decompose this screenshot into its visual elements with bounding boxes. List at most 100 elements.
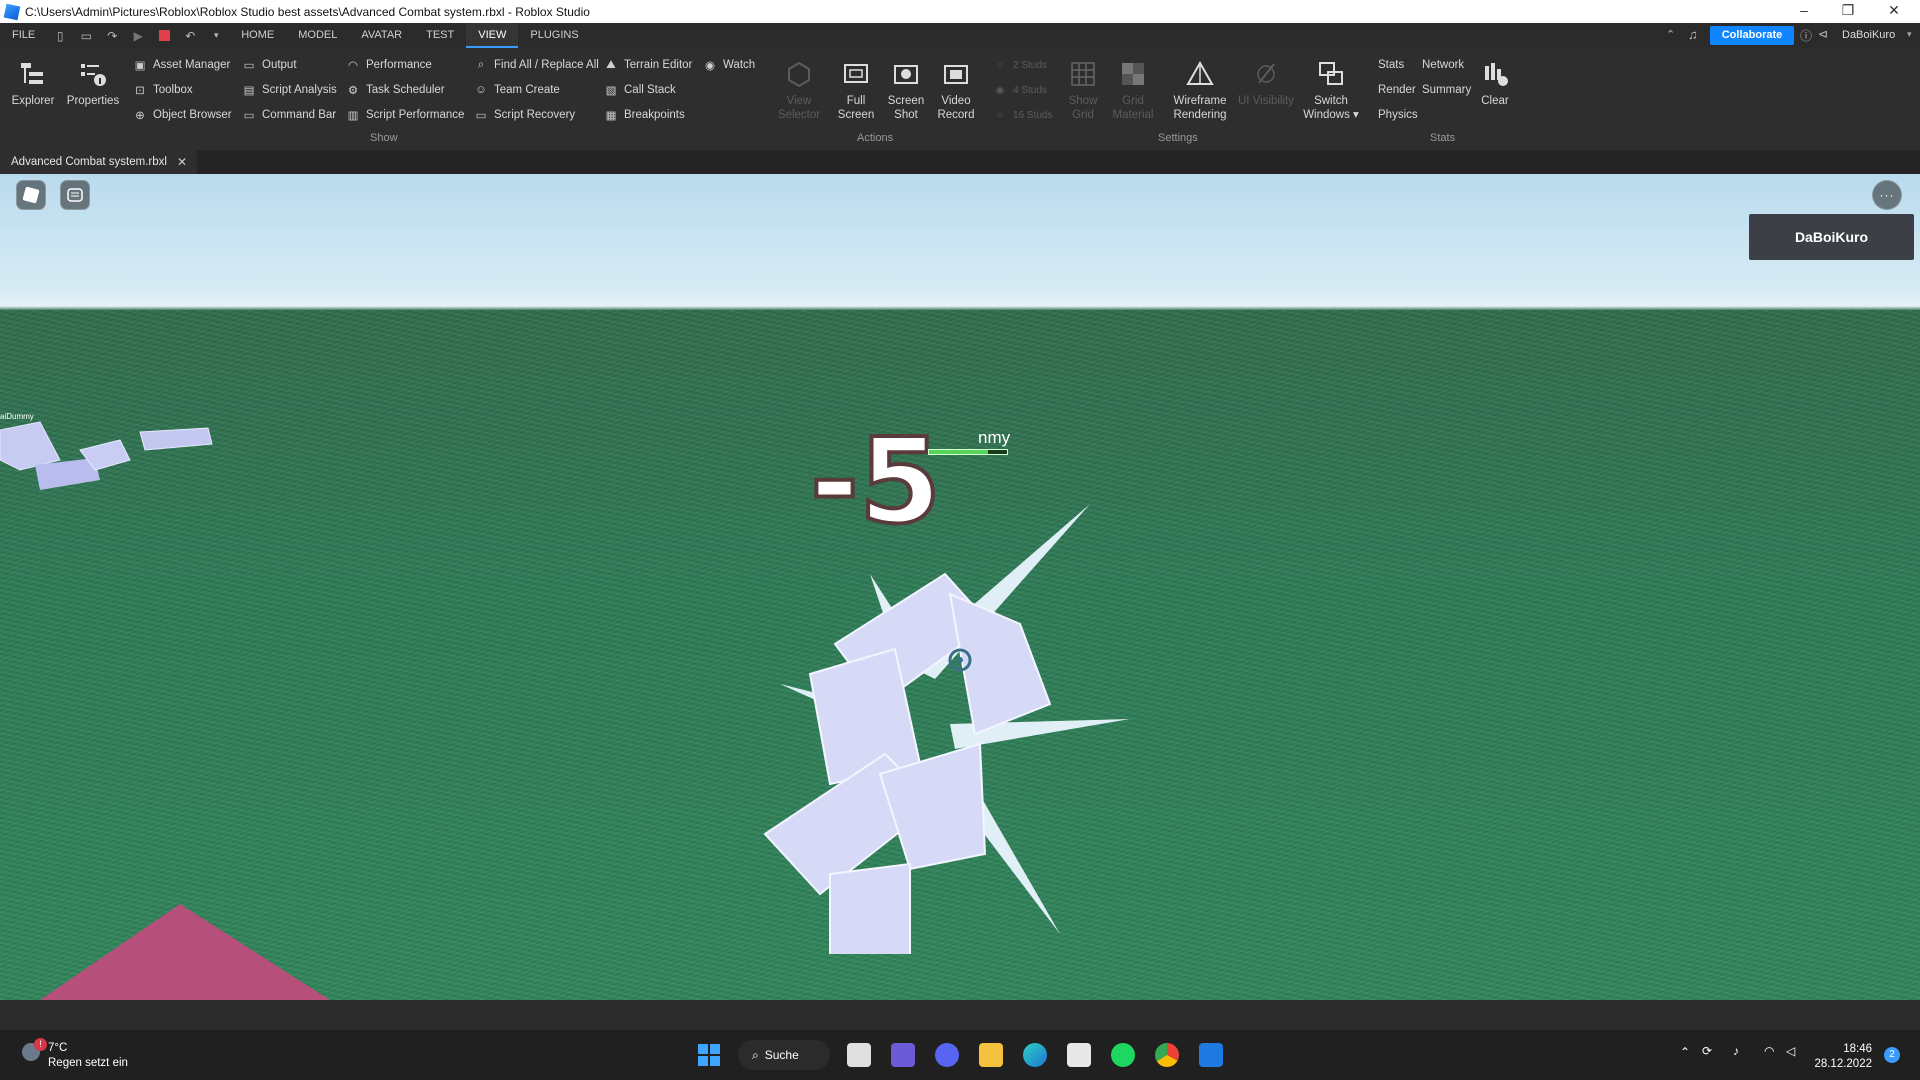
- object-browser-button[interactable]: ⊕ Object Browser: [133, 106, 231, 124]
- undo-icon[interactable]: ↶: [182, 28, 198, 44]
- edge-browser-icon[interactable]: [1023, 1043, 1047, 1067]
- switch-windows-button[interactable]: Switch Windows ▾: [1300, 58, 1362, 122]
- terrain-editor-icon: ⛰: [606, 58, 616, 71]
- breakpoints-button[interactable]: ▦ Breakpoints: [604, 106, 685, 124]
- terrain-editor-button[interactable]: ⛰ Terrain Editor: [604, 56, 692, 74]
- notification-bell-icon[interactable]: ♫: [1688, 27, 1698, 42]
- file-explorer-icon[interactable]: [979, 1043, 1003, 1067]
- microphone-icon[interactable]: ♪: [1733, 1044, 1739, 1058]
- play-icon[interactable]: ▶: [130, 28, 146, 44]
- user-menu[interactable]: DaBoiKuro: [1842, 29, 1895, 41]
- spotify-icon[interactable]: [1111, 1043, 1135, 1067]
- roblox-studio-taskbar-icon[interactable]: [1199, 1043, 1223, 1067]
- open-file-icon[interactable]: ▭: [78, 28, 94, 44]
- share-icon[interactable]: ⊲: [1818, 27, 1828, 41]
- teams-chat-icon[interactable]: [891, 1043, 915, 1067]
- script-performance-button[interactable]: ▥ Script Performance: [346, 106, 465, 124]
- tab-avatar[interactable]: AVATAR: [349, 23, 414, 48]
- roblox-menu-icon[interactable]: [16, 180, 46, 210]
- pink-block: [40, 904, 330, 1000]
- windows-taskbar: ! 7°C Regen setzt ein ⌕ Suche ⌃ ⟳ ♪ ◠ ◁ 18…: [0, 1030, 1920, 1080]
- summary-stats-button[interactable]: Summary: [1422, 81, 1471, 99]
- customize-quick-access-icon[interactable]: ▾: [208, 28, 224, 44]
- collapse-ribbon-icon[interactable]: ⌃: [1666, 28, 1675, 41]
- performance-button[interactable]: ◠ Performance: [346, 56, 432, 74]
- close-window-button[interactable]: ✕: [1872, 0, 1916, 23]
- tab-plugins[interactable]: PLUGINS: [518, 23, 590, 48]
- command-bar-icon: ▭: [243, 110, 255, 122]
- view-selector-icon: [783, 58, 815, 90]
- tray-overflow-icon[interactable]: ⌃: [1680, 1045, 1690, 1059]
- volume-icon[interactable]: ◁: [1786, 1044, 1795, 1058]
- task-view-icon[interactable]: [847, 1043, 871, 1067]
- clear-stats-button[interactable]: Clear: [1465, 58, 1525, 108]
- tab-test[interactable]: TEST: [414, 23, 466, 48]
- weather-widget[interactable]: ! 7°C Regen setzt ein: [22, 1038, 128, 1071]
- properties-button[interactable]: Properties: [63, 58, 123, 108]
- redo-icon[interactable]: ↷: [104, 28, 120, 44]
- stop-icon[interactable]: [156, 28, 172, 44]
- game-viewport[interactable]: ··· DaBoiKuro aiDummy -5 nmy: [0, 174, 1920, 1000]
- toolbox-button[interactable]: ⊡ Toolbox: [133, 81, 192, 99]
- search-icon: ⌕: [752, 1047, 759, 1062]
- help-icon[interactable]: ⓘ: [1800, 27, 1812, 44]
- restore-button[interactable]: ❐: [1826, 0, 1870, 23]
- team-create-button[interactable]: ☺ Team Create: [474, 81, 560, 99]
- chevron-down-icon[interactable]: ▾: [1907, 29, 1912, 40]
- npc-health-fill: [929, 450, 988, 454]
- grid-4-studs[interactable]: ◉ 4 Studs: [993, 81, 1047, 99]
- more-options-icon[interactable]: ···: [1872, 180, 1902, 210]
- chrome-icon[interactable]: [1155, 1043, 1179, 1067]
- render-stats-button[interactable]: Render: [1378, 81, 1416, 99]
- system-clock[interactable]: 18:46 28.12.2022: [1814, 1042, 1872, 1072]
- task-scheduler-button[interactable]: ⚙ Task Scheduler: [346, 81, 445, 99]
- wireframe-rendering-button[interactable]: Wireframe Rendering: [1169, 58, 1231, 122]
- explorer-button[interactable]: Explorer: [3, 58, 63, 108]
- grid-2-studs[interactable]: ○ 2 Studs: [993, 56, 1047, 74]
- menu-bar: FILE ▯ ▭ ↷ ▶ ↶ ▾ HOME MODEL AVATAR TEST …: [0, 23, 1920, 48]
- sync-icon[interactable]: ⟳: [1702, 1044, 1712, 1058]
- stats-button[interactable]: Stats: [1378, 56, 1404, 74]
- left-dummy-nametag: aiDummy: [0, 412, 34, 421]
- close-tab-icon[interactable]: ✕: [177, 155, 187, 169]
- ui-visibility-button[interactable]: UI Visibility: [1236, 58, 1296, 108]
- task-scheduler-icon: ⚙: [347, 85, 359, 97]
- script-recovery-button[interactable]: ▭ Script Recovery: [474, 106, 576, 124]
- wifi-icon[interactable]: ◠: [1764, 1044, 1774, 1058]
- call-stack-button[interactable]: ▧ Call Stack: [604, 81, 676, 99]
- tab-home[interactable]: HOME: [229, 23, 286, 48]
- output-button[interactable]: ▭ Output: [242, 56, 297, 74]
- asset-manager-icon: ▣: [134, 60, 146, 72]
- breakpoints-icon: ▦: [605, 110, 617, 122]
- view-selector-button[interactable]: View Selector: [769, 58, 829, 122]
- notification-count-badge[interactable]: 2: [1884, 1047, 1900, 1063]
- grid-icon: [1067, 58, 1099, 90]
- minimize-button[interactable]: –: [1782, 0, 1826, 23]
- player-list-entry[interactable]: DaBoiKuro: [1749, 214, 1914, 260]
- new-file-icon[interactable]: ▯: [52, 28, 68, 44]
- asset-manager-button[interactable]: ▣ Asset Manager: [133, 56, 231, 74]
- collaborate-button[interactable]: Collaborate: [1710, 26, 1794, 45]
- find-replace-all-button[interactable]: ⌕ Find All / Replace All: [474, 56, 599, 74]
- taskbar-search[interactable]: ⌕ Suche: [738, 1040, 830, 1070]
- start-windows-icon[interactable]: [697, 1043, 721, 1067]
- physics-stats-button[interactable]: Physics: [1378, 106, 1418, 124]
- script-performance-icon: ▥: [347, 110, 359, 122]
- output-icon: ▭: [243, 60, 255, 72]
- microsoft-store-icon[interactable]: [1067, 1043, 1091, 1067]
- video-record-button[interactable]: Video Record: [926, 58, 986, 122]
- file-menu[interactable]: FILE: [0, 23, 47, 48]
- network-stats-button[interactable]: Network: [1422, 56, 1464, 74]
- script-analysis-button[interactable]: ▤ Script Analysis: [242, 81, 337, 99]
- grid-material-button[interactable]: Grid Material: [1103, 58, 1163, 122]
- tab-model[interactable]: MODEL: [286, 23, 349, 48]
- grid-16-studs[interactable]: ○ 16 Studs: [993, 106, 1053, 124]
- actions-group-label: Actions: [857, 132, 894, 144]
- discord-icon[interactable]: [935, 1043, 959, 1067]
- document-tab[interactable]: Advanced Combat system.rbxl ✕: [0, 150, 198, 174]
- command-bar-button[interactable]: ▭ Command Bar: [242, 106, 337, 124]
- watch-button[interactable]: ◉ Watch: [703, 56, 755, 74]
- tab-view[interactable]: VIEW: [466, 23, 519, 48]
- switch-windows-icon: [1315, 58, 1347, 90]
- chat-icon[interactable]: [60, 180, 90, 210]
